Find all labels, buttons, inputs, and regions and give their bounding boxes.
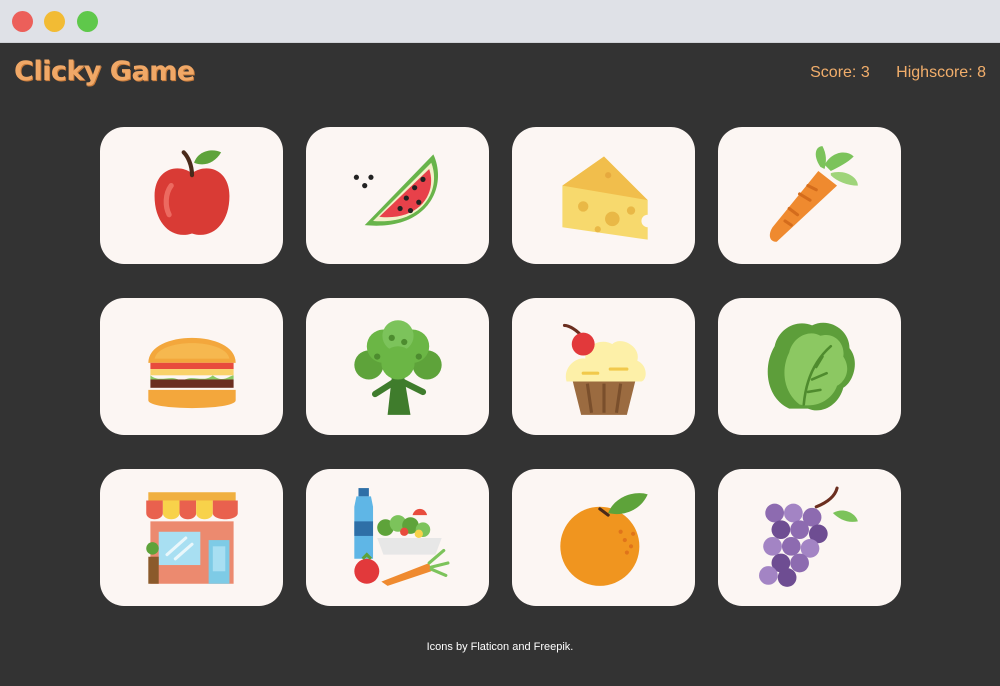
card-grid — [100, 127, 901, 606]
card-watermelon[interactable] — [306, 127, 489, 264]
score-label: Score: 3 — [810, 64, 870, 81]
maximize-window-button[interactable] — [77, 11, 98, 32]
score-panel: Score: 3 Highscore: 8 — [788, 64, 986, 82]
cheese-icon — [561, 155, 654, 240]
shop-icon — [145, 491, 238, 584]
close-window-button[interactable] — [12, 11, 33, 32]
carrot-icon — [769, 145, 858, 242]
card-carrot[interactable] — [718, 127, 901, 264]
highscore-label: Highscore: 8 — [896, 64, 986, 81]
cupcake-icon — [562, 323, 646, 415]
watermelon-icon — [353, 153, 438, 226]
apple-icon — [154, 149, 229, 235]
broccoli-icon — [353, 319, 442, 415]
orange-icon — [559, 492, 648, 586]
card-lettuce[interactable] — [718, 298, 901, 435]
burger-icon — [147, 337, 236, 408]
minimize-window-button[interactable] — [44, 11, 65, 32]
card-cheese[interactable] — [512, 127, 695, 264]
card-broccoli[interactable] — [306, 298, 489, 435]
window-titlebar — [0, 0, 1000, 43]
card-shop[interactable] — [100, 469, 283, 606]
lettuce-icon — [767, 322, 855, 410]
card-orange[interactable] — [512, 469, 695, 606]
card-grapes[interactable] — [718, 469, 901, 606]
game-title[interactable]: Clicky Game — [14, 56, 195, 87]
card-groceries[interactable] — [306, 469, 489, 606]
card-burger[interactable] — [100, 298, 283, 435]
credits-footer: Icons by Flaticon and Freepik. — [426, 641, 574, 653]
card-cupcake[interactable] — [512, 298, 695, 435]
card-apple[interactable] — [100, 127, 283, 264]
groceries-icon — [353, 487, 449, 586]
grapes-icon — [758, 486, 858, 587]
